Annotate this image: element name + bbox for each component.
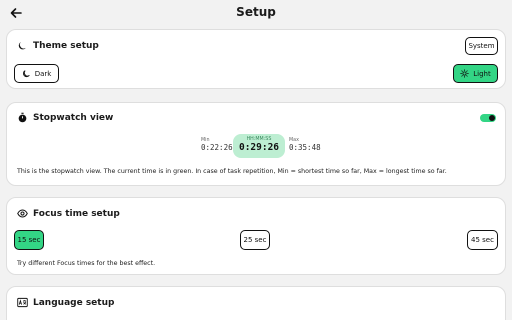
stopwatch-view-heading: Stopwatch view <box>17 112 113 123</box>
focus-time-description: Try different Focus times for the best e… <box>17 260 156 267</box>
theme-setup-title: Theme setup <box>33 40 99 51</box>
system-theme-button[interactable]: System <box>465 37 498 55</box>
focus-time-heading: Focus time setup <box>17 208 120 219</box>
stopwatch-description: This is the stopwatch view. The current … <box>17 168 447 175</box>
current-time: 0:29:26 <box>238 142 280 153</box>
focus-option-label: 15 sec <box>17 236 41 244</box>
focus-option-25-sec[interactable]: 25 sec <box>240 230 270 250</box>
theme-setup-card: Theme setup System Dark Light <box>6 29 506 89</box>
language-setup-title: Language setup <box>33 297 115 308</box>
theme-setup-heading: Theme setup <box>17 40 99 51</box>
eye-icon <box>17 208 28 219</box>
stopwatch-view-title: Stopwatch view <box>33 112 114 123</box>
min-time: 0:22:26 <box>201 143 233 152</box>
system-label: System <box>468 42 495 50</box>
focus-option-15-sec[interactable]: 15 sec <box>14 230 44 250</box>
focus-option-45-sec[interactable]: 45 sec <box>467 230 498 250</box>
moon-icon <box>17 40 28 51</box>
toggle-knob <box>489 115 495 121</box>
focus-time-setup-card: Focus time setup 15 sec 25 sec 45 sec Tr… <box>6 197 506 275</box>
focus-option-label: 45 sec <box>471 236 494 244</box>
stopwatch-icon <box>17 112 28 123</box>
stopwatch-current: HH:MM:SS 0:29:26 <box>233 134 285 158</box>
stopwatch-max: Max 0:35:48 <box>289 138 321 152</box>
dark-label: Dark <box>34 69 52 78</box>
page-title: Setup <box>236 5 276 19</box>
language-setup-heading: Language setup <box>17 297 114 308</box>
stopwatch-min: Min 0:22:26 <box>201 138 233 152</box>
dark-theme-button[interactable]: Dark <box>14 64 59 83</box>
max-time: 0:35:48 <box>289 143 321 152</box>
sun-icon <box>460 69 470 78</box>
light-label: Light <box>473 69 491 78</box>
translate-icon <box>17 297 28 308</box>
focus-option-label: 25 sec <box>243 236 267 244</box>
top-app-bar: Setup <box>0 0 512 26</box>
focus-time-title: Focus time setup <box>33 208 120 219</box>
stopwatch-toggle[interactable] <box>480 114 496 122</box>
light-theme-button[interactable]: Light <box>453 64 498 83</box>
moon-icon <box>22 69 31 78</box>
stopwatch-view-card: Stopwatch view Min 0:22:26 HH:MM:SS 0:29… <box>6 102 506 186</box>
language-setup-card: Language setup <box>6 286 506 320</box>
